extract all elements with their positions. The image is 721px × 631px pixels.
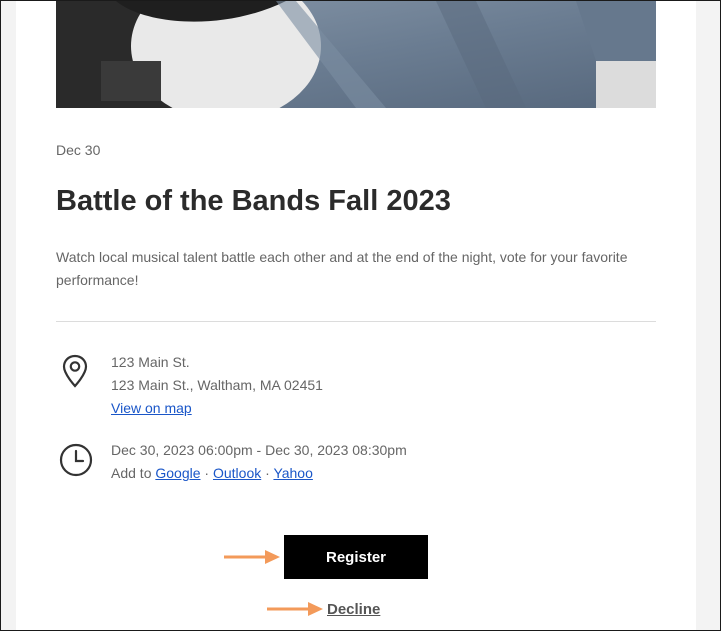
arrow-right-icon (266, 601, 324, 622)
location-address: 123 Main St., Waltham, MA 02451 (111, 377, 323, 393)
add-to-calendar-row: Add to Google · Outlook · Yahoo (111, 462, 407, 485)
separator: · (265, 465, 270, 481)
outlook-calendar-link[interactable]: Outlook (213, 465, 261, 481)
arrow-right-icon (223, 549, 281, 570)
email-frame: Dec 30 Battle of the Bands Fall 2023 Wat… (0, 0, 721, 631)
time-info: Dec 30, 2023 06:00pm - Dec 30, 2023 08:3… (111, 439, 407, 485)
event-card: Dec 30 Battle of the Bands Fall 2023 Wat… (16, 1, 696, 630)
divider (56, 321, 656, 322)
google-calendar-link[interactable]: Google (155, 465, 200, 481)
decline-link[interactable]: Decline (327, 601, 380, 618)
add-to-label: Add to (111, 465, 152, 481)
event-title: Battle of the Bands Fall 2023 (56, 185, 451, 217)
register-button[interactable]: Register (284, 535, 428, 579)
location-info: 123 Main St. 123 Main St., Waltham, MA 0… (111, 351, 323, 420)
event-hero-image (56, 1, 656, 108)
location-name: 123 Main St. (111, 354, 190, 370)
event-date: Dec 30 (56, 142, 101, 158)
time-range: Dec 30, 2023 06:00pm - Dec 30, 2023 08:3… (111, 442, 407, 458)
clock-icon (59, 443, 93, 482)
separator: · (204, 465, 210, 481)
yahoo-calendar-link[interactable]: Yahoo (273, 465, 312, 481)
map-pin-icon (61, 354, 89, 393)
view-on-map-link[interactable]: View on map (111, 400, 192, 416)
event-description: Watch local musical talent battle each o… (56, 249, 628, 288)
